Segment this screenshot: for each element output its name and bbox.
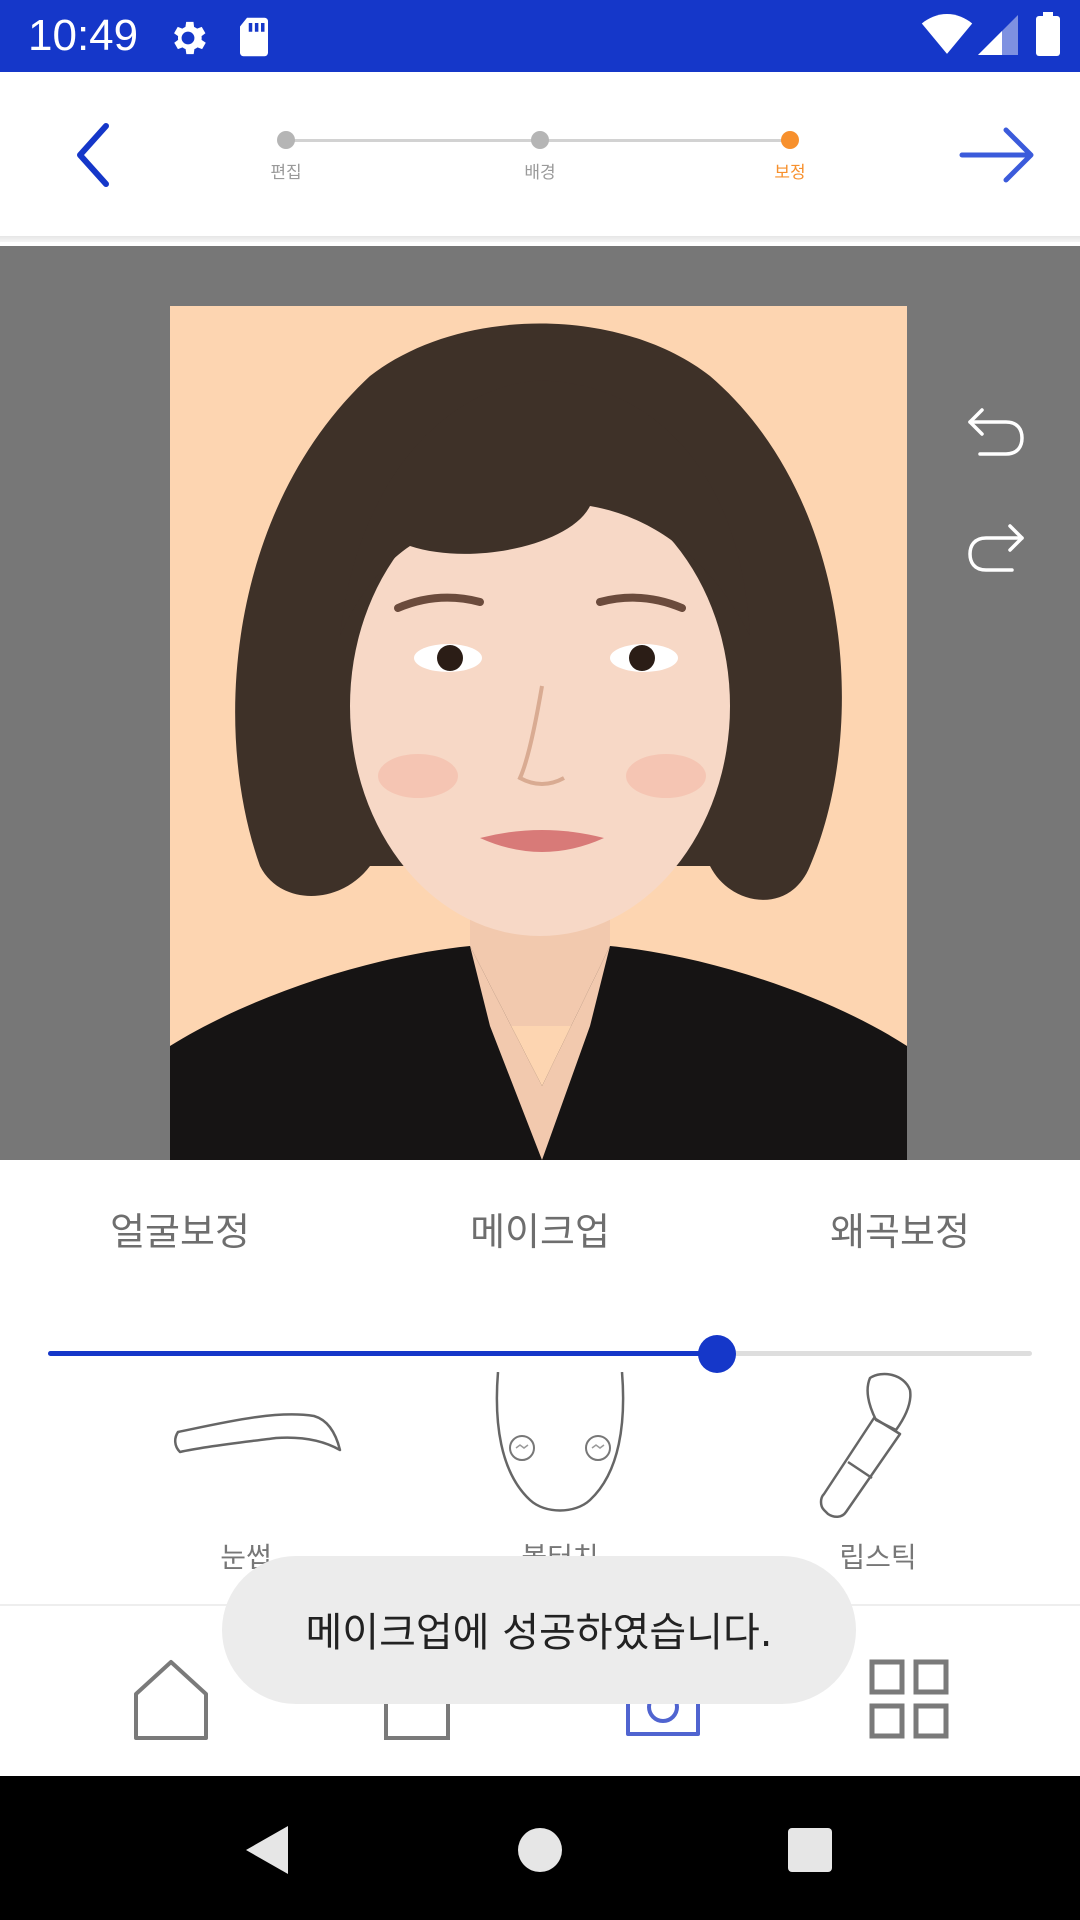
tab-distortion-correction[interactable]: 왜곡보정 xyxy=(780,1200,1020,1264)
slider-fill xyxy=(48,1351,717,1356)
tool-eyebrow[interactable]: 눈썹 xyxy=(146,1372,346,1582)
back-button[interactable] xyxy=(62,120,132,190)
step-dot xyxy=(277,131,295,149)
home-icon[interactable] xyxy=(126,1654,216,1744)
step-label: 배경 xyxy=(524,163,556,183)
step-label: 편집 xyxy=(270,163,302,183)
progress-stepper: 편집 배경 보정 xyxy=(260,120,820,190)
system-navigation-bar xyxy=(0,1776,1080,1920)
arrow-right-icon xyxy=(959,127,1034,183)
undo-icon xyxy=(968,408,1024,456)
tab-face-retouch[interactable]: 얼굴보정 xyxy=(60,1200,300,1264)
step-edit[interactable]: 편집 xyxy=(246,120,326,190)
step-dot xyxy=(781,131,799,149)
photo-canvas xyxy=(0,246,1080,1160)
step-retouch[interactable]: 보정 xyxy=(750,120,830,190)
status-bar: 10:49 xyxy=(0,0,1080,72)
gear-icon xyxy=(174,21,206,55)
blush-icon xyxy=(495,1372,625,1512)
home-circle-icon[interactable] xyxy=(512,1822,568,1878)
step-background[interactable]: 배경 xyxy=(500,120,580,190)
tab-makeup[interactable]: 메이크업 xyxy=(420,1200,660,1264)
portrait-photo xyxy=(170,306,907,1160)
step-dot xyxy=(531,131,549,149)
redo-button[interactable] xyxy=(964,518,1028,578)
toast-message: 메이크업에 성공하였습니다. xyxy=(305,1610,773,1656)
sd-card-icon xyxy=(240,17,268,57)
toast-notification: 메이크업에 성공하였습니다. xyxy=(222,1556,856,1704)
recents-square-icon[interactable] xyxy=(782,1822,838,1878)
lipstick-icon xyxy=(819,1372,912,1518)
redo-icon xyxy=(968,524,1024,572)
tool-blush[interactable]: 볼터치 xyxy=(460,1372,660,1582)
grid-icon[interactable] xyxy=(864,1654,954,1744)
battery-icon xyxy=(1036,12,1060,56)
eyebrow-icon xyxy=(174,1413,342,1454)
wifi-icon xyxy=(921,14,973,54)
tool-lipstick[interactable]: 립스틱 xyxy=(778,1372,978,1582)
forward-button[interactable] xyxy=(956,120,1038,190)
status-time: 10:49 xyxy=(28,11,139,60)
undo-button[interactable] xyxy=(964,402,1028,462)
chevron-left-icon xyxy=(77,123,109,187)
slider-thumb[interactable] xyxy=(698,1335,736,1373)
intensity-slider[interactable] xyxy=(48,1332,1032,1376)
back-triangle-icon[interactable] xyxy=(240,1822,296,1878)
cell-signal-icon xyxy=(978,15,1018,55)
divider xyxy=(0,236,1080,242)
step-label: 보정 xyxy=(774,163,806,183)
